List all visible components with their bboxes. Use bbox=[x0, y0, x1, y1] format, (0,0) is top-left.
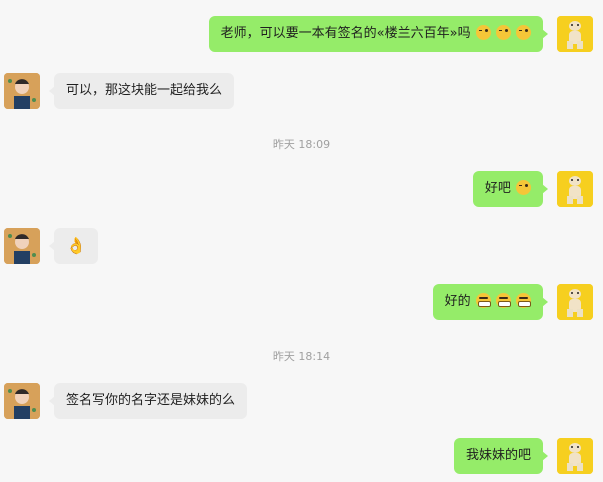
timestamp: 昨天 18:09 bbox=[272, 138, 331, 151]
grin-emoji-icon bbox=[516, 293, 531, 308]
message-text: 签名写你的名字还是妹妹的么 bbox=[66, 393, 236, 408]
message-bubble[interactable]: 好的 bbox=[432, 284, 549, 320]
wink-emoji-icon bbox=[516, 25, 531, 40]
wink-emoji-icon bbox=[475, 25, 491, 40]
wink-emoji-icon bbox=[516, 180, 531, 195]
message-row: 签名写你的名字还是妹妹的么 bbox=[0, 383, 603, 419]
contact-avatar[interactable] bbox=[4, 383, 40, 419]
ok-hand-emoji-icon: 👌 bbox=[66, 236, 86, 255]
contact-avatar[interactable] bbox=[4, 228, 40, 264]
grin-emoji-icon bbox=[475, 293, 491, 308]
message-text: 好吧 bbox=[484, 181, 511, 196]
message-text: 我妹妹的吧 bbox=[465, 448, 531, 463]
message-bubble[interactable]: 签名写你的名字还是妹妹的么 bbox=[48, 383, 248, 419]
message-text: 老师，可以要一本有签名的«楼兰六百年»吗 bbox=[220, 26, 471, 41]
message-row: 我妹妹的吧 bbox=[0, 438, 603, 474]
wink-emoji-icon bbox=[495, 25, 511, 40]
message-text: 可以，那这块能一起给我么 bbox=[66, 83, 223, 98]
message-bubble[interactable]: 👌 bbox=[49, 228, 98, 264]
message-text: 好的 bbox=[444, 294, 471, 309]
message-row: 👌 bbox=[0, 228, 603, 264]
self-avatar[interactable] bbox=[557, 438, 593, 474]
grin-emoji-icon bbox=[495, 293, 511, 308]
message-bubble[interactable]: 老师，可以要一本有签名的«楼兰六百年»吗 bbox=[208, 16, 549, 52]
contact-avatar[interactable] bbox=[4, 73, 40, 109]
timestamp: 昨天 18:14 bbox=[272, 350, 331, 363]
self-avatar[interactable] bbox=[557, 16, 593, 52]
message-bubble[interactable]: 我妹妹的吧 bbox=[453, 438, 549, 474]
message-row: 好吧 bbox=[0, 171, 603, 207]
self-avatar[interactable] bbox=[557, 284, 593, 320]
self-avatar[interactable] bbox=[557, 171, 593, 207]
message-bubble[interactable]: 可以，那这块能一起给我么 bbox=[48, 73, 235, 109]
message-row: 老师，可以要一本有签名的«楼兰六百年»吗 bbox=[0, 16, 603, 52]
message-row: 可以，那这块能一起给我么 bbox=[0, 73, 603, 109]
message-bubble[interactable]: 好吧 bbox=[472, 171, 549, 207]
chat-window: 老师，可以要一本有签名的«楼兰六百年»吗 可以，那这块能一起给我么 昨天 18:… bbox=[0, 0, 603, 482]
message-row: 好的 bbox=[0, 284, 603, 320]
